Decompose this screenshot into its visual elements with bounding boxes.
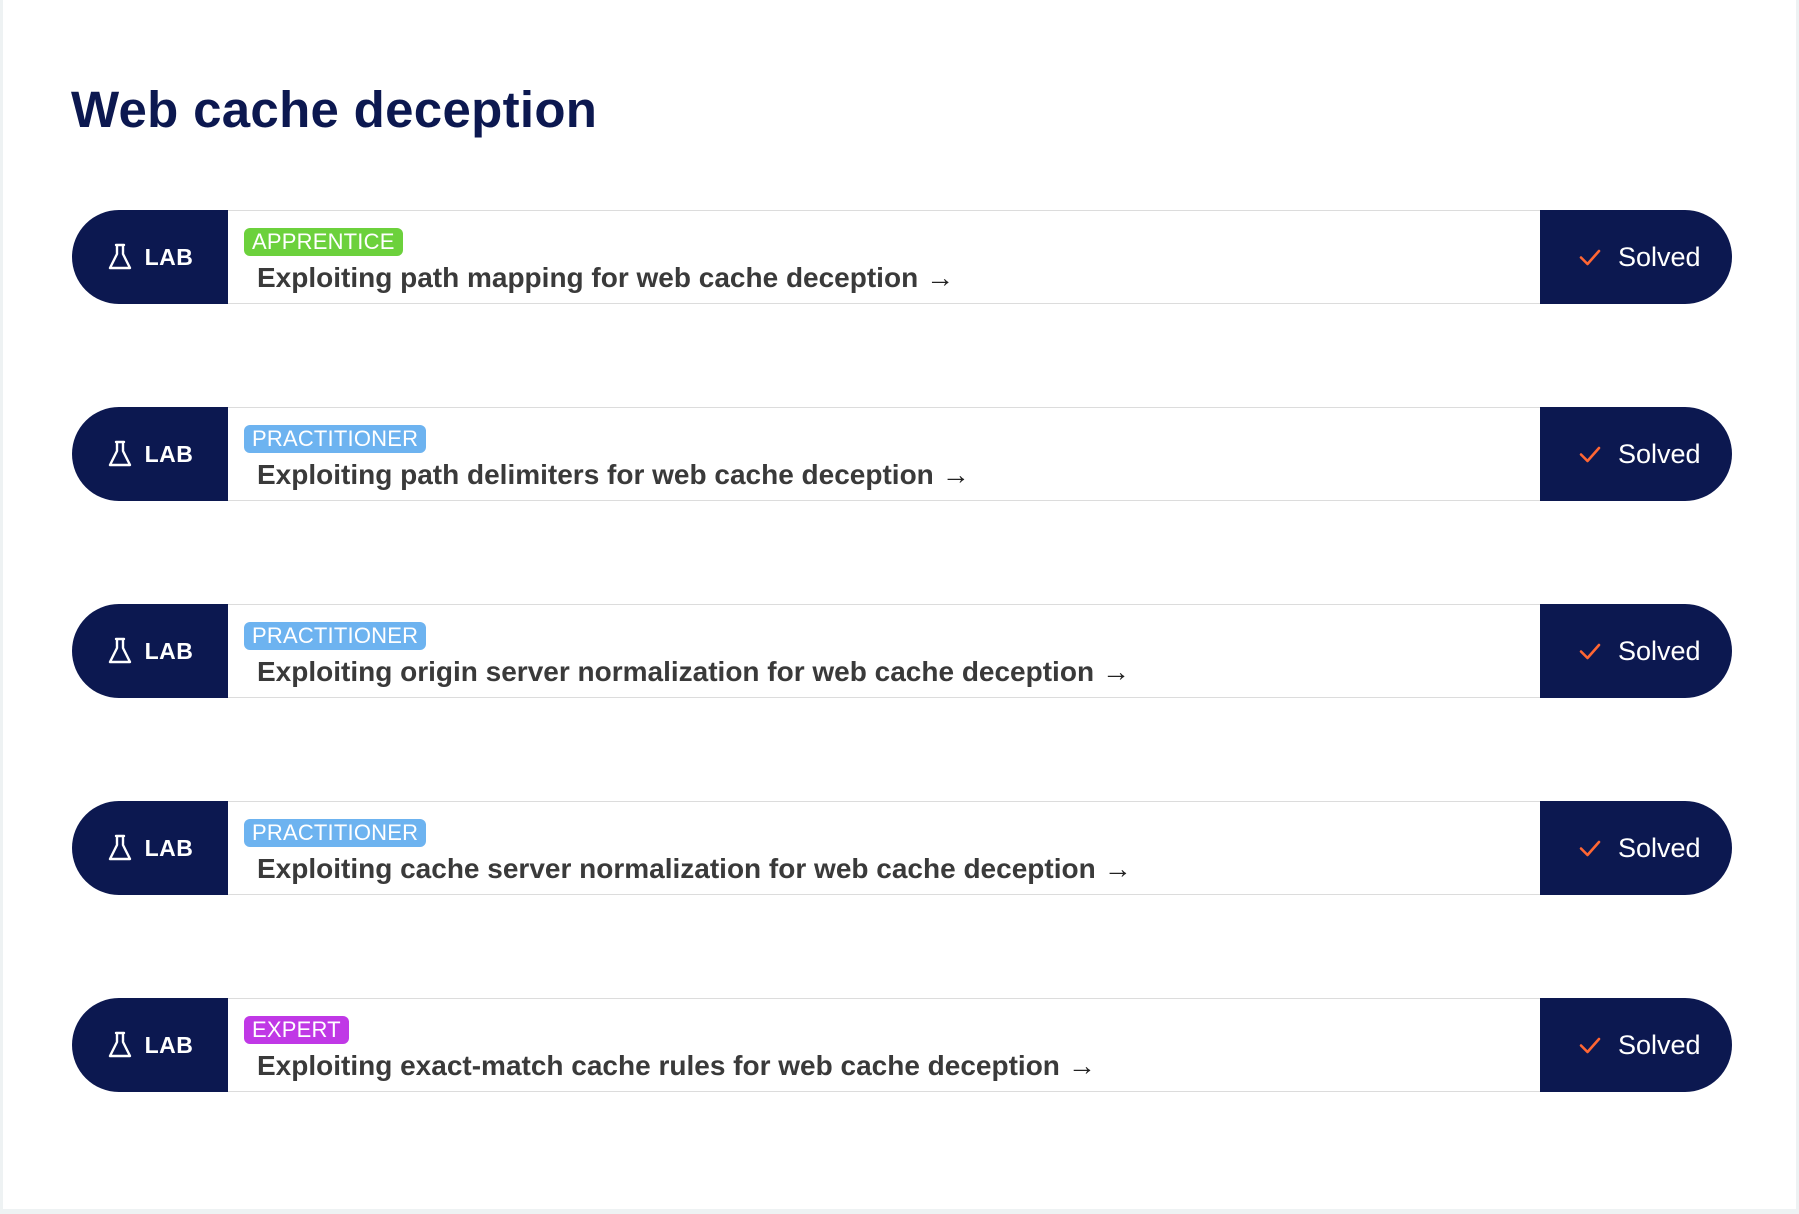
solved-label: Solved xyxy=(1618,1029,1701,1060)
lab-body: PRACTITIONER Exploiting cache server nor… xyxy=(228,801,1540,895)
solved-status-pill: Solved xyxy=(1540,604,1732,698)
lab-body: EXPERT Exploiting exact-match cache rule… xyxy=(228,998,1540,1092)
lab-title-link[interactable]: Exploiting origin server normalization f… xyxy=(257,655,1130,689)
lab-title: Exploiting exact-match cache rules for w… xyxy=(257,1050,1060,1081)
lab-title-link[interactable]: Exploiting cache server normalization fo… xyxy=(257,852,1132,886)
lab-title: Exploiting origin server normalization f… xyxy=(257,656,1095,687)
lab-body: PRACTITIONER Exploiting origin server no… xyxy=(228,604,1540,698)
lab-row: LAB EXPERT Exploiting exact-match cache … xyxy=(72,998,1732,1092)
level-badge-apprentice: APPRENTICE xyxy=(244,228,403,256)
lab-type-label: LAB xyxy=(144,1031,194,1058)
lab-type-label: LAB xyxy=(144,834,194,861)
flask-icon xyxy=(108,243,131,270)
solved-status-pill: Solved xyxy=(1540,998,1732,1092)
lab-title: Exploiting path delimiters for web cache… xyxy=(257,459,934,490)
check-icon xyxy=(1579,1037,1601,1054)
lab-title-link[interactable]: Exploiting path delimiters for web cache… xyxy=(257,458,970,492)
level-badge-expert: EXPERT xyxy=(244,1016,349,1044)
check-icon xyxy=(1579,643,1601,660)
lab-type-pill[interactable]: LAB xyxy=(72,210,228,304)
check-icon xyxy=(1579,840,1601,857)
flask-icon xyxy=(108,440,131,467)
flask-icon xyxy=(108,637,131,664)
page-title: Web cache deception xyxy=(71,81,598,138)
arrow-right-icon: → xyxy=(1067,1050,1096,1081)
check-icon xyxy=(1579,446,1601,463)
solved-status-pill: Solved xyxy=(1540,801,1732,895)
lab-type-pill[interactable]: LAB xyxy=(72,998,228,1092)
lab-body: PRACTITIONER Exploiting path delimiters … xyxy=(228,407,1540,501)
lab-type-label: LAB xyxy=(144,637,194,664)
lab-list: LAB APPRENTICE Exploiting path mapping f… xyxy=(72,210,1732,1092)
check-icon xyxy=(1579,249,1601,266)
solved-label: Solved xyxy=(1618,241,1701,272)
flask-icon xyxy=(108,834,131,861)
arrow-right-icon: → xyxy=(1103,853,1132,884)
level-badge-practitioner: PRACTITIONER xyxy=(244,622,427,650)
lab-row: LAB PRACTITIONER Exploiting cache server… xyxy=(72,801,1732,895)
lab-body: APPRENTICE Exploiting path mapping for w… xyxy=(228,210,1540,304)
lab-type-pill[interactable]: LAB xyxy=(72,407,228,501)
lab-row: LAB PRACTITIONER Exploiting path delimit… xyxy=(72,407,1732,501)
lab-title-link[interactable]: Exploiting path mapping for web cache de… xyxy=(257,261,954,295)
solved-label: Solved xyxy=(1618,635,1701,666)
lab-type-label: LAB xyxy=(144,440,194,467)
solved-label: Solved xyxy=(1618,832,1701,863)
level-badge-practitioner: PRACTITIONER xyxy=(244,425,427,453)
solved-label: Solved xyxy=(1618,438,1701,469)
solved-status-pill: Solved xyxy=(1540,210,1732,304)
lab-type-pill[interactable]: LAB xyxy=(72,604,228,698)
lab-title-link[interactable]: Exploiting exact-match cache rules for w… xyxy=(257,1049,1096,1083)
content-panel: Web cache deception LAB APPRENTICE Explo… xyxy=(3,0,1796,1209)
arrow-right-icon: → xyxy=(941,459,970,490)
lab-row: LAB PRACTITIONER Exploiting origin serve… xyxy=(72,604,1732,698)
arrow-right-icon: → xyxy=(926,262,955,293)
lab-row: LAB APPRENTICE Exploiting path mapping f… xyxy=(72,210,1732,304)
flask-icon xyxy=(108,1031,131,1058)
lab-type-label: LAB xyxy=(144,243,194,270)
level-badge-practitioner: PRACTITIONER xyxy=(244,819,427,847)
lab-type-pill[interactable]: LAB xyxy=(72,801,228,895)
lab-title: Exploiting path mapping for web cache de… xyxy=(257,262,919,293)
arrow-right-icon: → xyxy=(1102,656,1131,687)
solved-status-pill: Solved xyxy=(1540,407,1732,501)
lab-title: Exploiting cache server normalization fo… xyxy=(257,853,1096,884)
